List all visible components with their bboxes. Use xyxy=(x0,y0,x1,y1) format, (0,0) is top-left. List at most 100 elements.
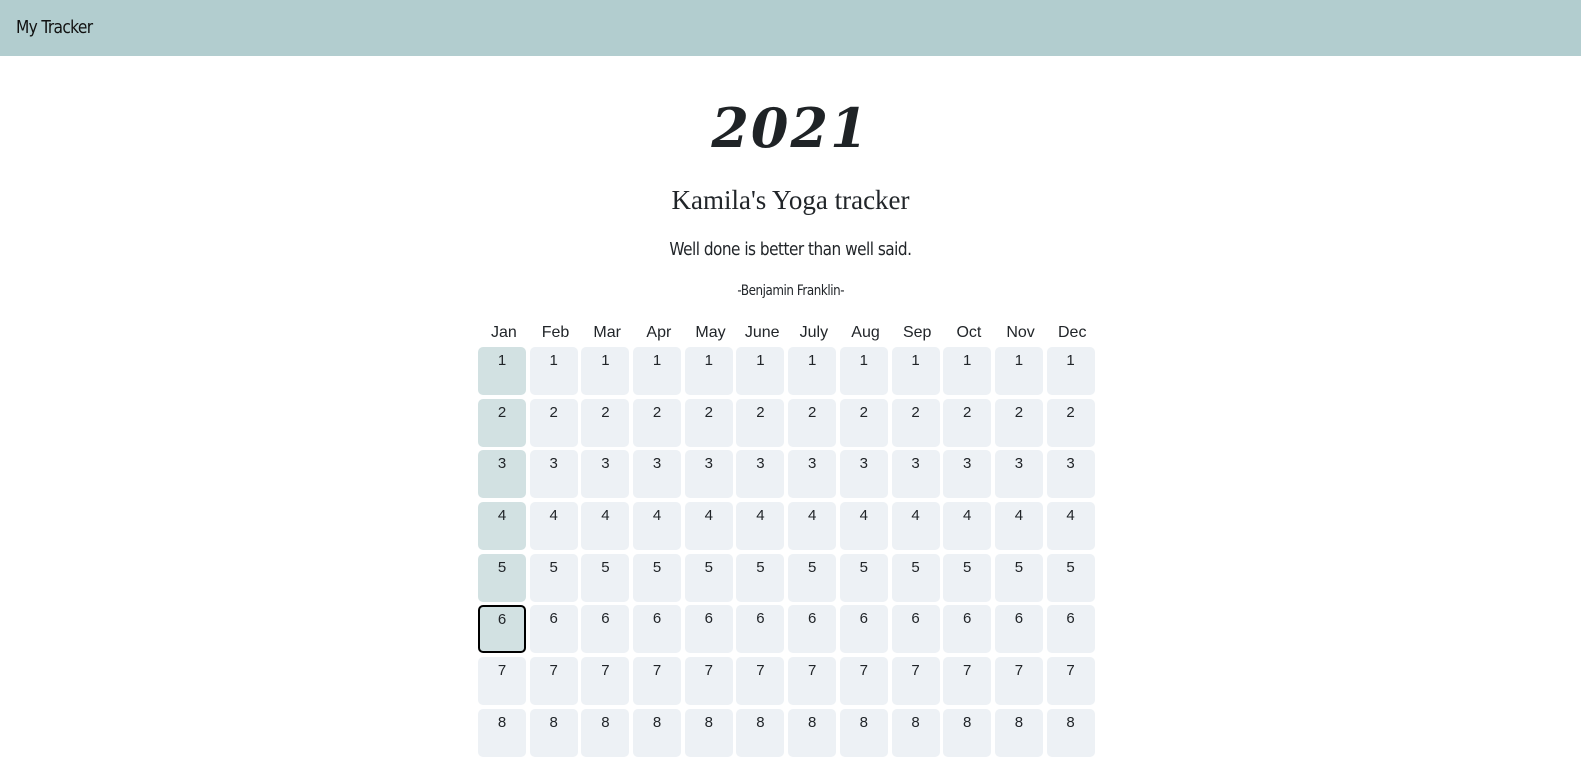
day-cell-july-6[interactable]: 6 xyxy=(788,605,837,654)
day-cell-aug-4[interactable]: 4 xyxy=(839,502,888,551)
day-cell-jan-2[interactable]: 2 xyxy=(478,398,526,447)
day-cell-oct-3[interactable]: 3 xyxy=(943,450,992,499)
day-cell-jan-8[interactable]: 8 xyxy=(478,708,526,757)
day-cell-jan-6[interactable]: 6 xyxy=(478,605,526,654)
day-cell-may-1[interactable]: 1 xyxy=(684,347,733,395)
day-cell-may-8[interactable]: 8 xyxy=(684,708,733,757)
day-cell-jan-4[interactable]: 4 xyxy=(478,502,526,551)
day-cell-july-8[interactable]: 8 xyxy=(788,708,837,757)
day-cell-june-7[interactable]: 7 xyxy=(736,657,785,706)
day-cell-mar-8[interactable]: 8 xyxy=(581,708,630,757)
day-cell-oct-1[interactable]: 1 xyxy=(943,347,992,395)
month-label-dec: Dec xyxy=(1058,324,1087,341)
day-cell-feb-5[interactable]: 5 xyxy=(529,553,578,602)
day-cell-feb-1[interactable]: 1 xyxy=(529,347,578,395)
day-cell-july-4[interactable]: 4 xyxy=(788,502,837,551)
day-cell-mar-4[interactable]: 4 xyxy=(581,502,630,551)
day-cell-mar-3[interactable]: 3 xyxy=(581,450,630,499)
navbar-brand[interactable]: My Tracker xyxy=(16,17,93,38)
day-cell-oct-7[interactable]: 7 xyxy=(943,657,992,706)
day-cell-may-4[interactable]: 4 xyxy=(684,502,733,551)
day-cell-aug-5[interactable]: 5 xyxy=(839,553,888,602)
day-cell-nov-1[interactable]: 1 xyxy=(994,347,1043,395)
day-cell-june-4[interactable]: 4 xyxy=(736,502,785,551)
day-cell-sep-6[interactable]: 6 xyxy=(891,605,940,654)
day-cell-june-8[interactable]: 8 xyxy=(736,708,785,757)
day-cell-dec-7[interactable]: 7 xyxy=(1046,657,1095,706)
day-cell-nov-8[interactable]: 8 xyxy=(994,708,1043,757)
day-cell-nov-2[interactable]: 2 xyxy=(994,398,1043,447)
day-cell-oct-8[interactable]: 8 xyxy=(943,708,992,757)
day-cell-aug-7[interactable]: 7 xyxy=(839,657,888,706)
month-label-feb: Feb xyxy=(541,324,570,341)
day-cell-june-2[interactable]: 2 xyxy=(736,398,785,447)
day-cell-july-3[interactable]: 3 xyxy=(788,450,837,499)
day-cell-jan-1[interactable]: 1 xyxy=(478,347,526,395)
day-cell-jan-3[interactable]: 3 xyxy=(478,450,526,499)
month-label-jan: Jan xyxy=(490,324,517,341)
day-cell-sep-1[interactable]: 1 xyxy=(891,347,940,395)
day-cell-apr-5[interactable]: 5 xyxy=(633,553,682,602)
day-cell-sep-8[interactable]: 8 xyxy=(891,708,940,757)
day-cell-sep-7[interactable]: 7 xyxy=(891,657,940,706)
day-cell-nov-4[interactable]: 4 xyxy=(994,502,1043,551)
day-cell-mar-2[interactable]: 2 xyxy=(581,398,630,447)
day-cell-jan-5[interactable]: 5 xyxy=(478,553,526,602)
day-cell-may-3[interactable]: 3 xyxy=(684,450,733,499)
day-cell-aug-8[interactable]: 8 xyxy=(839,708,888,757)
day-cell-sep-4[interactable]: 4 xyxy=(891,502,940,551)
day-cell-sep-3[interactable]: 3 xyxy=(891,450,940,499)
day-cell-aug-6[interactable]: 6 xyxy=(839,605,888,654)
day-cell-june-3[interactable]: 3 xyxy=(736,450,785,499)
day-cell-apr-4[interactable]: 4 xyxy=(633,502,682,551)
day-cell-nov-5[interactable]: 5 xyxy=(994,553,1043,602)
day-cell-may-7[interactable]: 7 xyxy=(684,657,733,706)
day-cell-sep-2[interactable]: 2 xyxy=(891,398,940,447)
day-cell-apr-7[interactable]: 7 xyxy=(633,657,682,706)
day-cell-oct-5[interactable]: 5 xyxy=(943,553,992,602)
day-cell-july-5[interactable]: 5 xyxy=(788,553,837,602)
day-cell-mar-1[interactable]: 1 xyxy=(581,347,630,395)
day-cell-feb-6[interactable]: 6 xyxy=(529,605,578,654)
day-cell-nov-7[interactable]: 7 xyxy=(994,657,1043,706)
day-cell-oct-2[interactable]: 2 xyxy=(943,398,992,447)
day-cell-june-6[interactable]: 6 xyxy=(736,605,785,654)
day-cell-july-2[interactable]: 2 xyxy=(788,398,837,447)
day-cell-apr-3[interactable]: 3 xyxy=(633,450,682,499)
day-cell-dec-2[interactable]: 2 xyxy=(1046,398,1095,447)
day-cell-feb-7[interactable]: 7 xyxy=(529,657,578,706)
day-cell-feb-2[interactable]: 2 xyxy=(529,398,578,447)
day-cell-oct-4[interactable]: 4 xyxy=(943,502,992,551)
day-cell-dec-1[interactable]: 1 xyxy=(1046,347,1095,395)
day-cell-aug-1[interactable]: 1 xyxy=(839,347,888,395)
day-cell-apr-2[interactable]: 2 xyxy=(633,398,682,447)
day-cell-mar-6[interactable]: 6 xyxy=(581,605,630,654)
day-cell-mar-5[interactable]: 5 xyxy=(581,553,630,602)
day-cell-apr-8[interactable]: 8 xyxy=(633,708,682,757)
day-cell-may-5[interactable]: 5 xyxy=(684,553,733,602)
day-cell-sep-5[interactable]: 5 xyxy=(891,553,940,602)
day-cell-july-7[interactable]: 7 xyxy=(788,657,837,706)
day-cell-oct-6[interactable]: 6 xyxy=(943,605,992,654)
day-cell-nov-6[interactable]: 6 xyxy=(994,605,1043,654)
day-cell-dec-3[interactable]: 3 xyxy=(1046,450,1095,499)
day-cell-feb-3[interactable]: 3 xyxy=(529,450,578,499)
day-cell-may-6[interactable]: 6 xyxy=(684,605,733,654)
day-cell-feb-8[interactable]: 8 xyxy=(529,708,578,757)
day-cell-dec-8[interactable]: 8 xyxy=(1046,708,1095,757)
day-cell-july-1[interactable]: 1 xyxy=(788,347,837,395)
day-cell-apr-1[interactable]: 1 xyxy=(633,347,682,395)
day-cell-aug-2[interactable]: 2 xyxy=(839,398,888,447)
day-cell-june-1[interactable]: 1 xyxy=(736,347,785,395)
day-cell-dec-4[interactable]: 4 xyxy=(1046,502,1095,551)
day-cell-dec-6[interactable]: 6 xyxy=(1046,605,1095,654)
day-cell-nov-3[interactable]: 3 xyxy=(994,450,1043,499)
day-cell-dec-5[interactable]: 5 xyxy=(1046,553,1095,602)
day-cell-may-2[interactable]: 2 xyxy=(684,398,733,447)
day-cell-apr-6[interactable]: 6 xyxy=(633,605,682,654)
day-cell-mar-7[interactable]: 7 xyxy=(581,657,630,706)
day-cell-aug-3[interactable]: 3 xyxy=(839,450,888,499)
day-cell-jan-7[interactable]: 7 xyxy=(478,657,526,706)
day-cell-june-5[interactable]: 5 xyxy=(736,553,785,602)
day-cell-feb-4[interactable]: 4 xyxy=(529,502,578,551)
